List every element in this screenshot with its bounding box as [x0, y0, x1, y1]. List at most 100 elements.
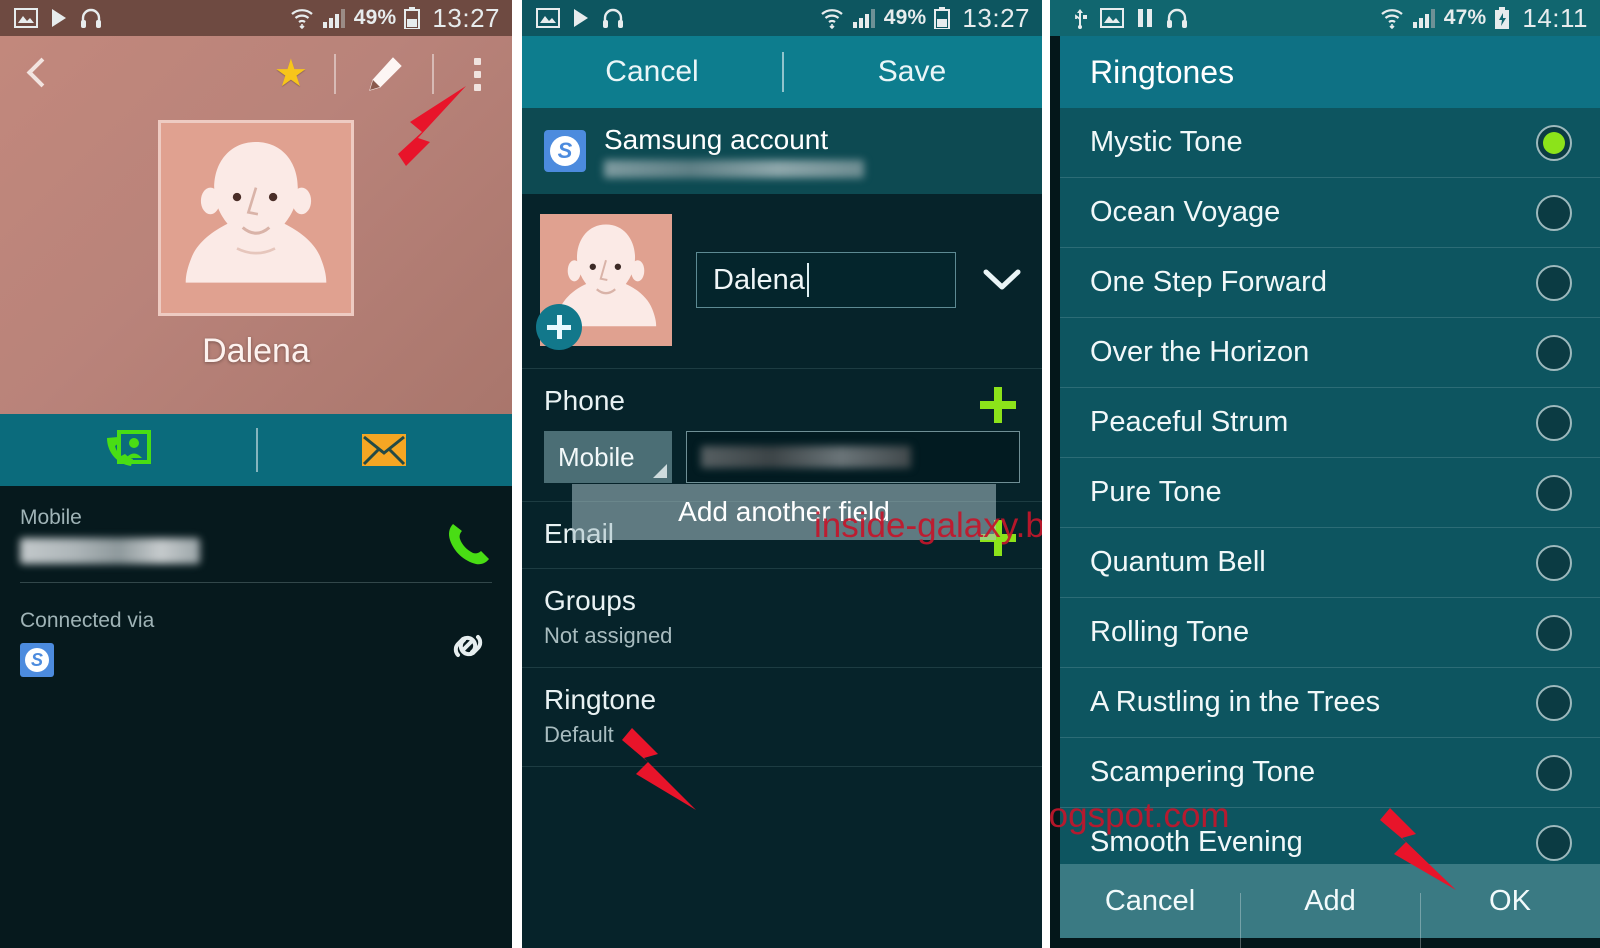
overflow-menu-icon[interactable] — [460, 57, 494, 91]
ringtone-label: Scampering Tone — [1090, 756, 1316, 788]
list-item[interactable]: Quantum Bell — [1060, 528, 1600, 598]
section-title: Phone — [544, 385, 625, 416]
list-item[interactable]: One Step Forward — [1060, 248, 1600, 318]
radio-button[interactable] — [1536, 264, 1572, 301]
status-bar-right-icons: 49% 13:27 — [290, 3, 500, 34]
contact-field-mobile[interactable]: Mobile — [20, 486, 492, 589]
battery-percent-label: 49% — [353, 6, 397, 29]
headphone-icon — [602, 8, 624, 28]
headphone-icon — [80, 8, 102, 28]
phone-entry: Mobile — [544, 431, 1020, 483]
list-item[interactable]: Pure Tone — [1060, 458, 1600, 528]
contact-action-bar: ★ — [0, 36, 512, 112]
ringtone-label: Smooth Evening — [1090, 826, 1303, 858]
ringtone-label: A Rustling in the Trees — [1090, 686, 1381, 718]
status-bar-left-icons — [1072, 7, 1188, 29]
contact-hero: ★ Dalena — [0, 36, 512, 414]
edit-contact-body: Dalena Phone Mobile Email — [522, 194, 1042, 948]
chevron-down-icon[interactable] — [980, 267, 1024, 293]
pencil-icon[interactable] — [362, 52, 406, 96]
status-bar-right-icons: 47% 14:11 — [1380, 3, 1588, 34]
signal-icon — [1412, 8, 1436, 28]
add-another-field-button[interactable]: Add another field — [572, 484, 996, 540]
list-item[interactable]: A Rustling in the Trees — [1060, 668, 1600, 738]
wifi-icon — [290, 7, 314, 29]
ringtone-label: One Step Forward — [1090, 266, 1327, 298]
account-text: Samsung account — [604, 124, 864, 178]
panel-contact-view: 49% 13:27 ★ Dalena Mobile Connected via … — [0, 0, 512, 948]
radio-button-selected[interactable] — [1536, 124, 1572, 161]
radio-button[interactable] — [1536, 544, 1572, 581]
star-icon[interactable]: ★ — [274, 55, 308, 93]
radio-button[interactable] — [1536, 194, 1572, 231]
name-input[interactable]: Dalena — [696, 252, 956, 308]
section-phone: Phone Mobile — [522, 369, 1042, 502]
account-row[interactable]: S Samsung account — [522, 108, 1042, 194]
phone-number-input[interactable] — [686, 431, 1020, 483]
radio-button[interactable] — [1536, 684, 1572, 721]
battery-percent-label: 49% — [883, 6, 927, 29]
three-panel-screenshot: 49% 13:27 ★ Dalena Mobile Connected via … — [0, 0, 1600, 948]
radio-button[interactable] — [1536, 334, 1572, 371]
phone-type-dropdown[interactable]: Mobile — [544, 431, 672, 483]
avatar[interactable] — [158, 120, 354, 316]
clock-label: 13:27 — [432, 2, 500, 33]
ringtone-label: Quantum Bell — [1090, 546, 1266, 578]
save-button[interactable]: Save — [782, 55, 1042, 89]
section-title: Ringtone — [544, 684, 657, 715]
avatar[interactable] — [536, 214, 672, 350]
section-ringtone[interactable]: Ringtone Default — [522, 668, 1042, 767]
message-icon[interactable] — [256, 432, 512, 468]
status-bar-panel2: 49% 13:27 — [522, 0, 1042, 36]
contact-details: Mobile Connected via S inside-g — [0, 486, 512, 948]
ringtone-list[interactable]: Mystic Tone Ocean Voyage One Step Forwar… — [1060, 108, 1600, 878]
ok-button[interactable]: OK — [1420, 885, 1600, 948]
battery-charging-icon — [1494, 7, 1510, 29]
usb-icon — [1072, 7, 1088, 29]
divider — [256, 428, 258, 472]
back-icon[interactable] — [18, 54, 58, 94]
status-bar-right-icons: 49% 13:27 — [820, 3, 1030, 34]
video-call-icon[interactable] — [0, 428, 256, 472]
cancel-button[interactable]: Cancel — [522, 55, 782, 89]
radio-button[interactable] — [1536, 474, 1572, 511]
list-item[interactable]: Scampering Tone — [1060, 738, 1600, 808]
redacted-phone-number — [20, 538, 200, 564]
battery-icon — [934, 7, 951, 29]
link-icon[interactable] — [446, 623, 490, 674]
section-subtitle: Default — [544, 722, 614, 747]
status-bar-left-icons — [14, 8, 102, 28]
add-button[interactable]: Add — [1240, 885, 1420, 948]
list-item[interactable]: Rolling Tone — [1060, 598, 1600, 668]
image-icon — [536, 8, 560, 28]
divider — [334, 54, 336, 94]
radio-button[interactable] — [1536, 404, 1572, 441]
list-item[interactable]: Ocean Voyage — [1060, 178, 1600, 248]
field-label: Connected via — [20, 609, 155, 632]
wifi-icon — [820, 7, 844, 29]
text-caret — [806, 263, 809, 297]
contact-name: Dalena — [202, 332, 310, 370]
section-groups[interactable]: Groups Not assigned — [522, 569, 1042, 668]
phone-icon[interactable] — [446, 520, 490, 571]
contact-field-connected-via[interactable]: Connected via S — [20, 589, 492, 683]
radio-button[interactable] — [1536, 824, 1572, 861]
panel-ringtones: 47% 14:11 Ringtones Mystic Tone Ocean Vo… — [1050, 0, 1600, 948]
status-bar-left-icons — [536, 8, 624, 28]
contact-action-right: ★ — [274, 52, 494, 96]
status-bar-panel1: 49% 13:27 — [0, 0, 512, 36]
plus-icon[interactable] — [980, 387, 1016, 423]
ringtone-label: Ocean Voyage — [1090, 196, 1281, 228]
redacted-account-email — [604, 160, 864, 178]
section-title: Groups — [544, 585, 636, 616]
list-item[interactable]: Peaceful Strum — [1060, 388, 1600, 458]
play-icon — [50, 8, 68, 28]
clock-label: 13:27 — [962, 2, 1030, 33]
radio-button[interactable] — [1536, 614, 1572, 651]
list-item[interactable]: Over the Horizon — [1060, 318, 1600, 388]
radio-button[interactable] — [1536, 754, 1572, 791]
cancel-button[interactable]: Cancel — [1060, 885, 1240, 918]
page-title: Ringtones — [1090, 53, 1235, 90]
list-item[interactable]: Mystic Tone — [1060, 108, 1600, 178]
add-photo-icon[interactable] — [536, 304, 582, 350]
